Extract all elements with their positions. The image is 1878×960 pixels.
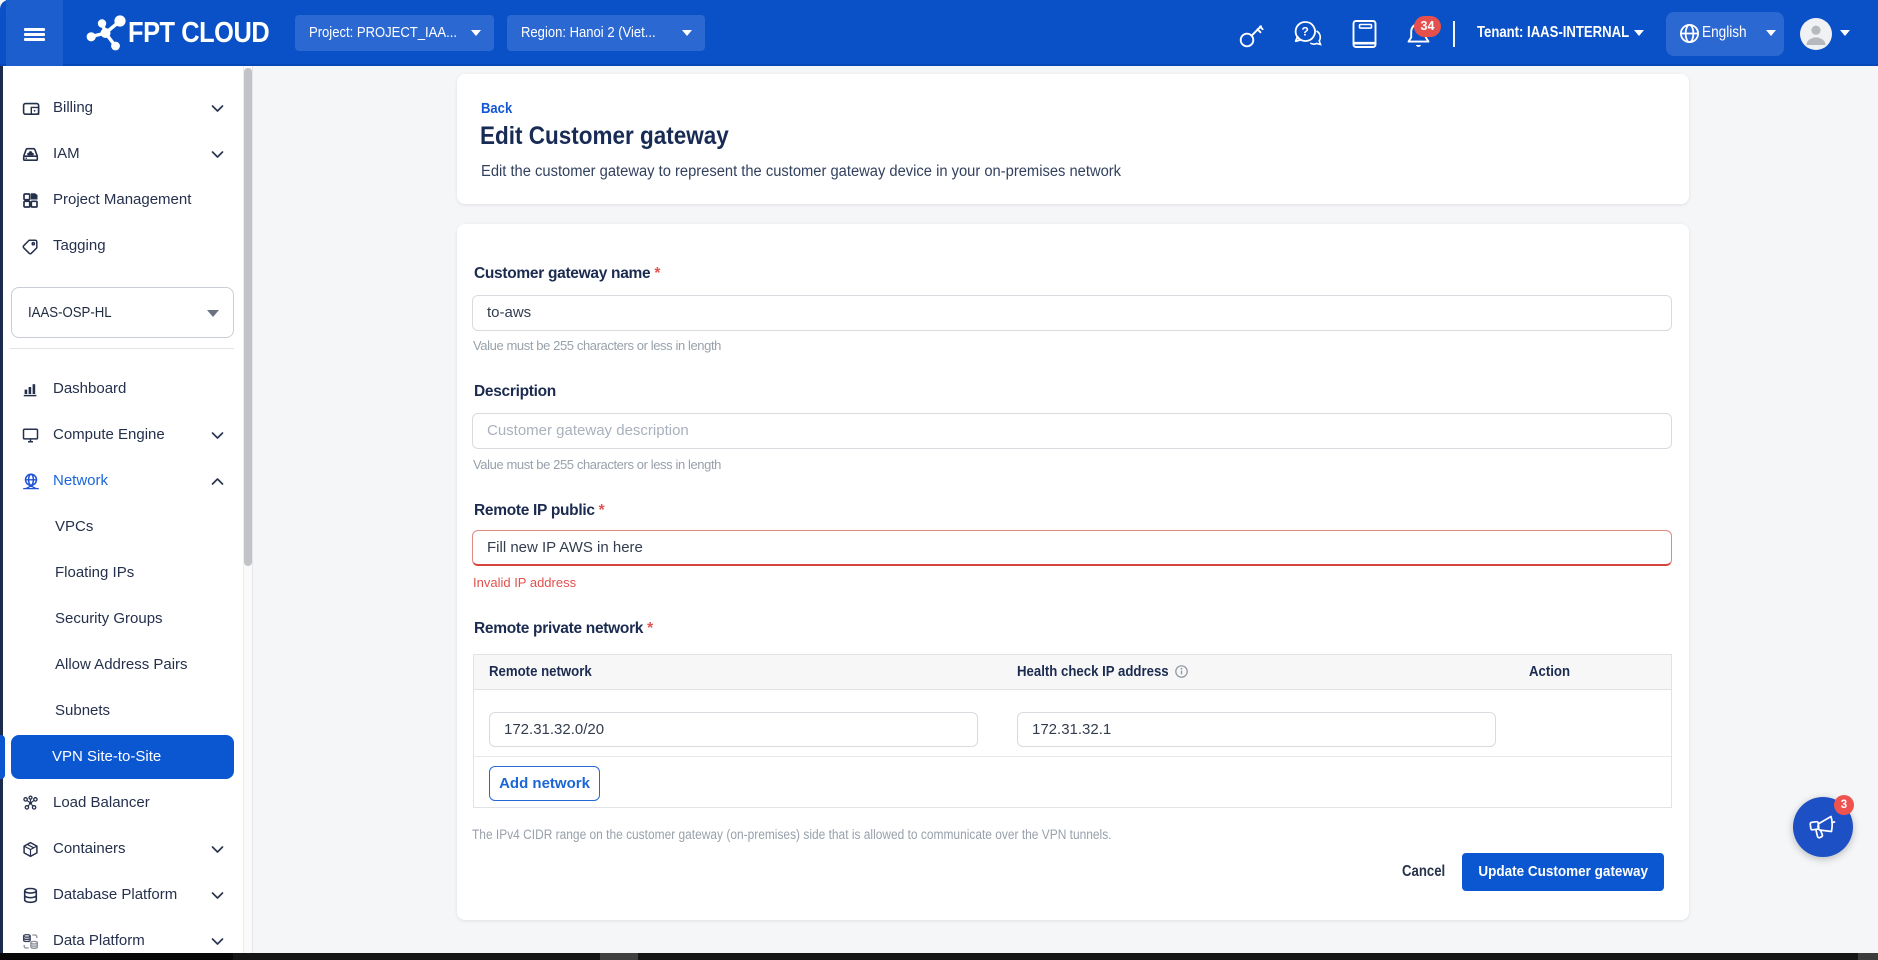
svg-text:?: ? [1302,25,1309,39]
